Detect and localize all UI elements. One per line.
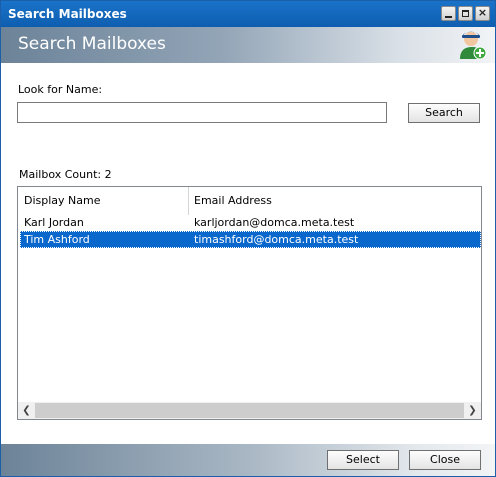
name-search-input[interactable] [17,102,387,123]
list-item-selected[interactable]: Tim Ashford timashford@domca.meta.test [20,231,481,248]
look-for-name-label: Look for Name: [18,83,103,96]
scrollbar-thumb[interactable] [35,403,464,418]
search-button[interactable]: Search [408,103,480,123]
scroll-right-icon[interactable]: ❯ [464,402,481,419]
display-name-cell: Tim Ashford [24,233,90,246]
list-header: Display Name Email Address [18,187,481,215]
close-icon: × [477,6,488,19]
scroll-left-icon[interactable]: ❮ [18,402,35,419]
maximize-button[interactable] [458,6,473,21]
column-header-email-address[interactable]: Email Address [189,187,481,215]
mailbox-count-label: Mailbox Count: 2 [19,168,112,181]
mailbox-results-list[interactable]: Display Name Email Address Karl Jordan k… [17,186,482,420]
header-title: Search Mailboxes [18,34,166,54]
close-button[interactable]: Close [409,450,481,470]
search-mailboxes-dialog: Search Mailboxes × Search Mailboxes Look… [0,0,496,477]
close-window-button[interactable]: × [475,6,490,21]
email-address-cell: timashford@domca.meta.test [194,233,359,246]
horizontal-scrollbar[interactable]: ❮ ❯ [18,402,481,419]
email-address-cell: karljordan@domca.meta.test [194,216,355,229]
select-button[interactable]: Select [327,450,399,470]
title-bar[interactable]: Search Mailboxes × [1,1,495,27]
list-item[interactable]: Karl Jordan karljordan@domca.meta.test [20,214,481,231]
display-name-cell: Karl Jordan [24,216,84,229]
minimize-icon [445,16,452,18]
column-header-display-name[interactable]: Display Name [18,187,189,215]
window-controls: × [441,6,490,21]
window-title: Search Mailboxes [8,7,127,21]
dialog-header: Search Mailboxes [1,27,495,63]
maximize-icon [462,10,469,17]
minimize-button[interactable] [441,6,456,21]
user-add-icon [460,31,487,60]
